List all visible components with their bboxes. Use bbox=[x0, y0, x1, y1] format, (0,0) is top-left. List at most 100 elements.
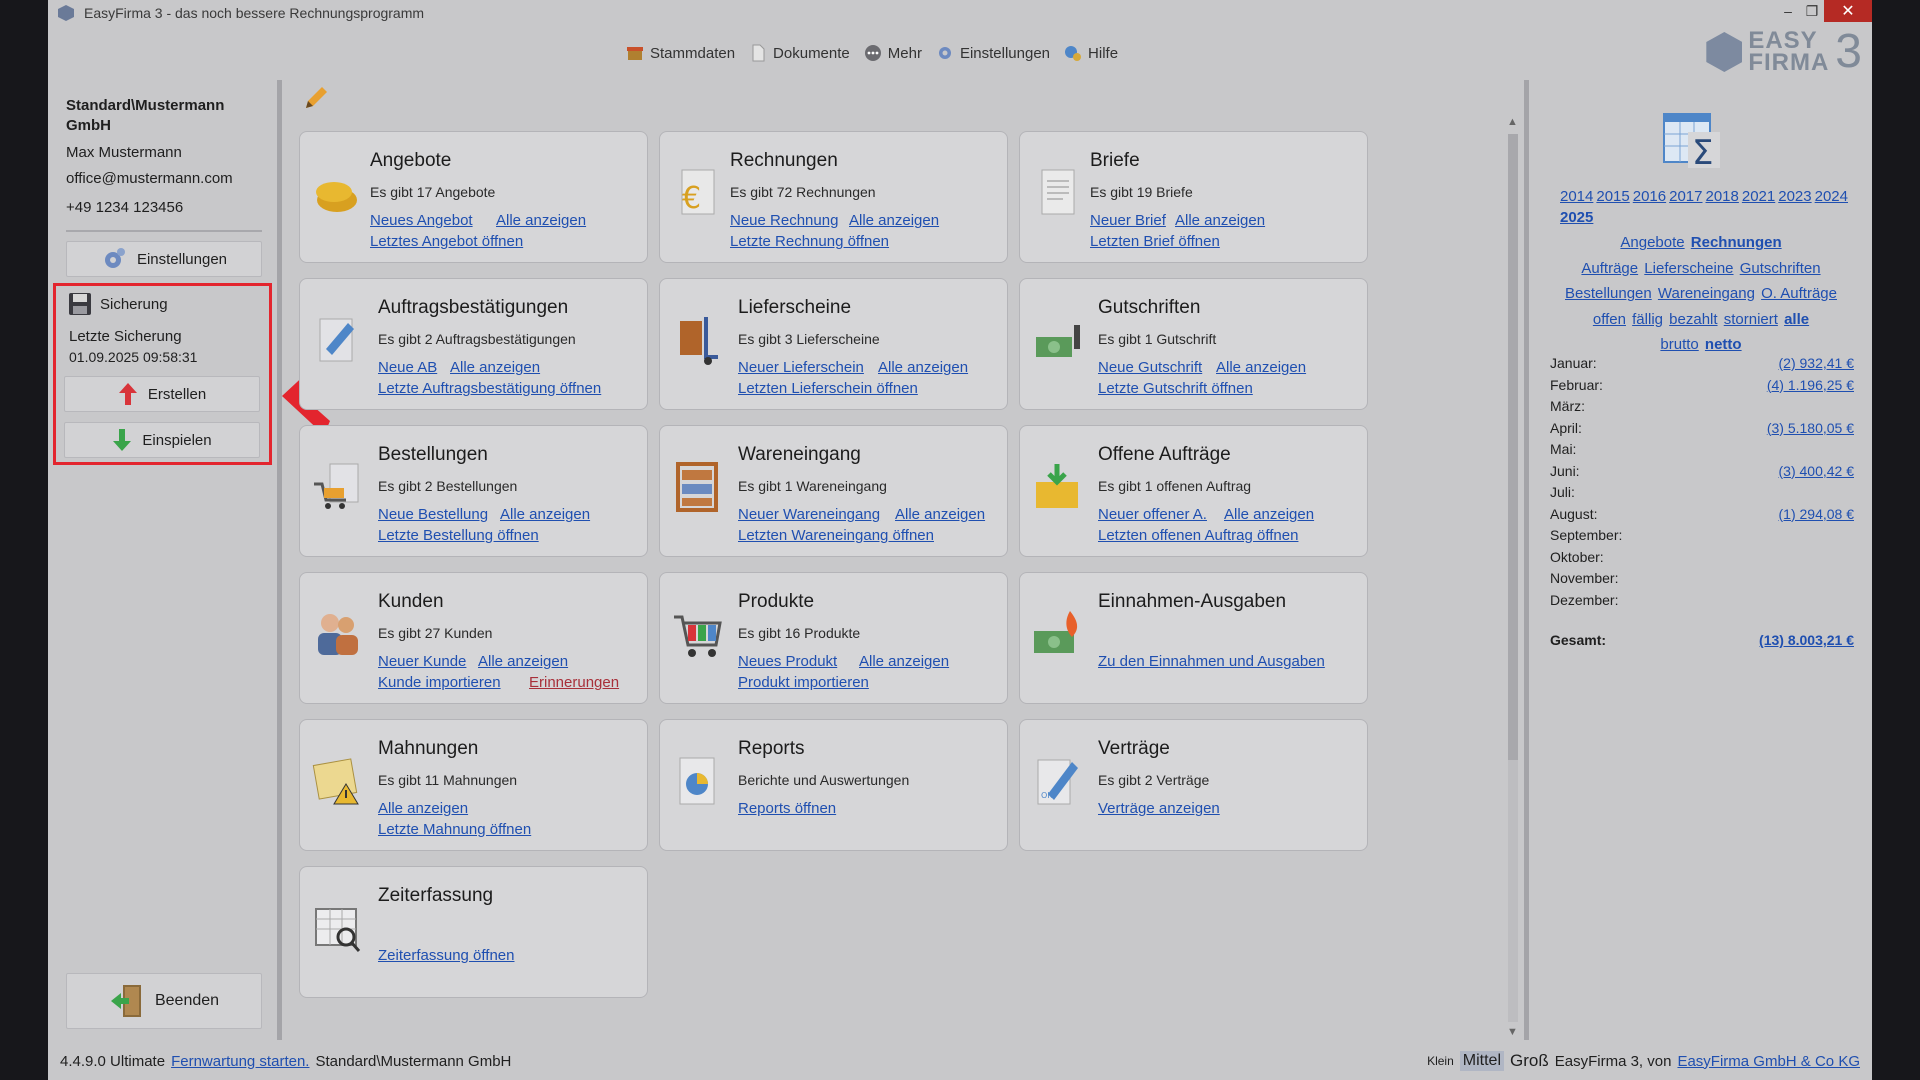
backup-section-highlight: Sicherung Letzte Sicherung 01.09.2025 09… bbox=[53, 283, 272, 465]
open-last-ab-link[interactable]: Letzte Auftragsbestätigung öffnen bbox=[378, 380, 601, 397]
new-letter-link[interactable]: Neuer Brief bbox=[1090, 212, 1166, 229]
close-button[interactable]: ✕ bbox=[1824, 0, 1872, 22]
scroll-thumb[interactable] bbox=[1508, 134, 1518, 760]
doctype-link-1[interactable]: Rechnungen bbox=[1691, 234, 1782, 251]
year-link-2024[interactable]: 2024 bbox=[1815, 188, 1848, 205]
doctype-link-0[interactable]: Angebote bbox=[1620, 234, 1684, 251]
quit-button[interactable]: Beenden bbox=[66, 973, 262, 1029]
minimize-button[interactable]: – bbox=[1776, 0, 1800, 22]
amount-mode-netto[interactable]: netto bbox=[1705, 336, 1742, 353]
size-large-option[interactable]: Groß bbox=[1510, 1051, 1549, 1071]
month-value-link[interactable]: (1) 294,08 € bbox=[1779, 506, 1855, 528]
month-value-link[interactable]: (2) 932,41 € bbox=[1779, 355, 1855, 377]
restore-backup-button[interactable]: Einspielen bbox=[64, 422, 260, 458]
new-delivery-note-link[interactable]: Neuer Lieferschein bbox=[738, 359, 864, 376]
open-income-expenses-link[interactable]: Zu den Einnahmen und Ausgaben bbox=[1098, 653, 1325, 670]
menu-mehr[interactable]: Mehr bbox=[864, 44, 922, 62]
show-all-products-link[interactable]: Alle anzeigen bbox=[859, 653, 949, 670]
year-link-2023[interactable]: 2023 bbox=[1778, 188, 1811, 205]
remote-support-link[interactable]: Fernwartung starten. bbox=[171, 1053, 309, 1070]
open-last-order-link[interactable]: Letzte Bestellung öffnen bbox=[378, 527, 539, 544]
show-all-letters-link[interactable]: Alle anzeigen bbox=[1175, 212, 1265, 229]
open-last-credit-note-link[interactable]: Letzte Gutschrift öffnen bbox=[1098, 380, 1253, 397]
size-small-option[interactable]: Klein bbox=[1427, 1054, 1454, 1068]
show-all-orders-link[interactable]: Alle anzeigen bbox=[500, 506, 590, 523]
vendor-link[interactable]: EasyFirma GmbH & Co KG bbox=[1677, 1053, 1860, 1070]
open-last-reminder-link[interactable]: Letzte Mahnung öffnen bbox=[378, 821, 531, 838]
month-value-link[interactable]: (3) 400,42 € bbox=[1779, 463, 1855, 485]
main-scrollbar[interactable]: ▲ ▼ bbox=[1504, 116, 1522, 1040]
year-link-2021[interactable]: 2021 bbox=[1742, 188, 1775, 205]
total-value-link[interactable]: (13) 8.003,21 € bbox=[1759, 632, 1854, 648]
month-value-link[interactable]: (4) 1.196,25 € bbox=[1767, 377, 1854, 399]
menu-label: Mehr bbox=[887, 44, 922, 62]
year-link-2015[interactable]: 2015 bbox=[1596, 188, 1629, 205]
status-filter-storniert[interactable]: storniert bbox=[1724, 311, 1778, 328]
new-offer-link[interactable]: Neues Angebot bbox=[370, 212, 473, 229]
show-all-reminders-link[interactable]: Alle anzeigen bbox=[378, 800, 468, 817]
open-time-tracking-link[interactable]: Zeiterfassung öffnen bbox=[378, 947, 514, 964]
new-customer-link[interactable]: Neuer Kunde bbox=[378, 653, 466, 670]
show-all-offers-link[interactable]: Alle anzeigen bbox=[496, 212, 586, 229]
doctype-link-7[interactable]: O. Aufträge bbox=[1761, 285, 1837, 302]
show-all-credit-notes-link[interactable]: Alle anzeigen bbox=[1216, 359, 1306, 376]
pencil-icon[interactable] bbox=[302, 84, 330, 112]
doctype-link-2[interactable]: Aufträge bbox=[1581, 260, 1638, 277]
menu-einstellungen[interactable]: Einstellungen bbox=[936, 44, 1050, 62]
restore-button[interactable]: ❐ bbox=[1800, 0, 1824, 22]
status-filter-bezahlt[interactable]: bezahlt bbox=[1669, 311, 1717, 328]
month-value-link[interactable]: (3) 5.180,05 € bbox=[1767, 420, 1854, 442]
tile-count: Es gibt 1 Gutschrift bbox=[1098, 331, 1217, 347]
year-link-2017[interactable]: 2017 bbox=[1669, 188, 1702, 205]
doctype-link-5[interactable]: Bestellungen bbox=[1565, 285, 1652, 302]
menu-label: Hilfe bbox=[1088, 44, 1119, 62]
show-all-invoices-link[interactable]: Alle anzeigen bbox=[849, 212, 939, 229]
size-medium-option[interactable]: Mittel bbox=[1459, 1051, 1504, 1071]
year-link-2016[interactable]: 2016 bbox=[1633, 188, 1666, 205]
year-link-2014[interactable]: 2014 bbox=[1560, 188, 1593, 205]
menu-label: Dokumente bbox=[773, 44, 850, 62]
import-customers-link[interactable]: Kunde importieren bbox=[378, 674, 501, 691]
new-product-link[interactable]: Neues Produkt bbox=[738, 653, 837, 670]
open-last-offer-link[interactable]: Letztes Angebot öffnen bbox=[370, 233, 523, 250]
import-products-link[interactable]: Produkt importieren bbox=[738, 674, 869, 691]
menu-hilfe[interactable]: Hilfe bbox=[1064, 44, 1118, 62]
menu-dokumente[interactable]: Dokumente bbox=[749, 44, 850, 62]
status-filter-alle[interactable]: alle bbox=[1784, 311, 1809, 328]
show-all-goods-receipts-link[interactable]: Alle anzeigen bbox=[895, 506, 985, 523]
open-last-letter-link[interactable]: Letzten Brief öffnen bbox=[1090, 233, 1220, 250]
doctype-link-4[interactable]: Gutschriften bbox=[1740, 260, 1821, 277]
show-all-customers-link[interactable]: Alle anzeigen bbox=[478, 653, 568, 670]
open-last-invoice-link[interactable]: Letzte Rechnung öffnen bbox=[730, 233, 889, 250]
reminders-link[interactable]: Erinnerungen bbox=[529, 674, 619, 691]
new-open-order-link[interactable]: Neuer offener A. bbox=[1098, 506, 1207, 523]
open-reports-link[interactable]: Reports öffnen bbox=[738, 800, 836, 817]
status-filter-fällig[interactable]: fällig bbox=[1632, 311, 1663, 328]
doctype-link-6[interactable]: Wareneingang bbox=[1658, 285, 1755, 302]
open-last-delivery-note-link[interactable]: Letzten Lieferschein öffnen bbox=[738, 380, 918, 397]
show-contracts-link[interactable]: Verträge anzeigen bbox=[1098, 800, 1220, 817]
tile-title: Zeiterfassung bbox=[378, 885, 494, 906]
scroll-up-icon[interactable]: ▲ bbox=[1507, 116, 1518, 128]
settings-button[interactable]: Einstellungen bbox=[66, 241, 262, 277]
show-all-delivery-notes-link[interactable]: Alle anzeigen bbox=[878, 359, 968, 376]
menu-stammdaten[interactable]: Stammdaten bbox=[626, 44, 735, 62]
open-last-goods-receipt-link[interactable]: Letzten Wareneingang öffnen bbox=[738, 527, 934, 544]
status-filter-offen[interactable]: offen bbox=[1593, 311, 1626, 328]
new-invoice-link[interactable]: Neue Rechnung bbox=[730, 212, 838, 229]
open-last-open-order-link[interactable]: Letzten offenen Auftrag öffnen bbox=[1098, 527, 1298, 544]
amount-mode-brutto[interactable]: brutto bbox=[1660, 336, 1698, 353]
year-link-2018[interactable]: 2018 bbox=[1706, 188, 1739, 205]
create-backup-button[interactable]: Erstellen bbox=[64, 376, 260, 412]
scroll-down-icon[interactable]: ▼ bbox=[1507, 1026, 1518, 1038]
new-ab-link[interactable]: Neue AB bbox=[378, 359, 437, 376]
show-all-open-orders-link[interactable]: Alle anzeigen bbox=[1224, 506, 1314, 523]
company-name: Standard\Mustermann GmbH bbox=[66, 97, 225, 134]
sidebar: Standard\Mustermann GmbH Max Mustermann … bbox=[48, 80, 278, 1040]
new-credit-note-link[interactable]: Neue Gutschrift bbox=[1098, 359, 1202, 376]
new-order-link[interactable]: Neue Bestellung bbox=[378, 506, 488, 523]
year-link-2025[interactable]: 2025 bbox=[1560, 209, 1593, 226]
new-goods-receipt-link[interactable]: Neuer Wareneingang bbox=[738, 506, 880, 523]
show-all-ab-link[interactable]: Alle anzeigen bbox=[450, 359, 540, 376]
doctype-link-3[interactable]: Lieferscheine bbox=[1644, 260, 1733, 277]
